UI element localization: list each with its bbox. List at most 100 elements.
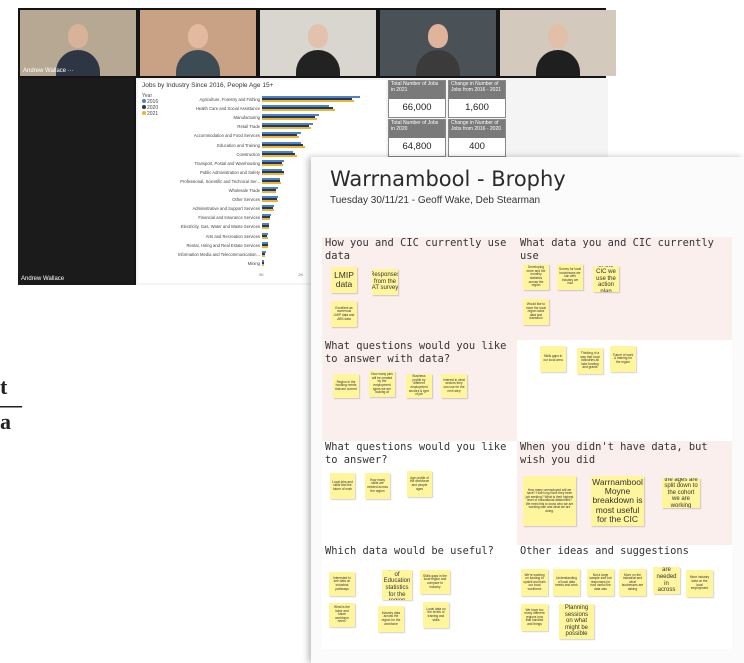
- board-section: How you and CIC currently use data LMIP d…: [322, 237, 517, 340]
- sticky-note[interactable]: Planning sessions on what might be possi…: [559, 604, 594, 639]
- whiteboard: Warrnambool - Brophy Tuesday 30/11/21 - …: [311, 157, 744, 663]
- kpi-title: Total Number of Jobs in 2021: [389, 81, 445, 99]
- bar-2021: [262, 136, 300, 139]
- category-label: Professional, Scientific and Technical S…: [180, 178, 260, 184]
- sticky-note[interactable]: In the CIC we use the action plan: [593, 266, 619, 292]
- sticky-note[interactable]: Interest in what sectors they can use fo…: [441, 374, 467, 398]
- slide-fragment-letter-a: a: [0, 409, 11, 434]
- participant-head: [68, 24, 88, 48]
- board-section: When you didn't have data, but wish you …: [517, 441, 732, 545]
- participant-head: [548, 24, 568, 48]
- board-section: What questions would you like to answer …: [322, 340, 517, 441]
- sticky-note[interactable]: Future of work & training for the region: [610, 346, 636, 372]
- participant-video-tile[interactable]: [260, 10, 376, 76]
- section-title: When you didn't have data, but wish you …: [520, 441, 708, 466]
- bar-2021: [262, 227, 269, 230]
- x-tick-label: 2K: [298, 272, 304, 277]
- sticky-note[interactable]: Thinking of a way that local industries …: [577, 348, 603, 374]
- board-subtitle: Tuesday 30/11/21 - Geoff Wake, Deb Stear…: [330, 195, 541, 206]
- sticky-note[interactable]: Local jobs and skills and the future of …: [330, 473, 355, 499]
- bar-2021: [262, 254, 265, 257]
- category-label: Rental, Hiring and Real Estate Services: [186, 242, 260, 248]
- category-label: Arts and Recreation Services: [205, 233, 260, 239]
- sticky-note[interactable]: What skills are needed in across those j…: [653, 567, 680, 594]
- sticky-note[interactable]: Local data on the levels of training and…: [423, 602, 449, 628]
- bar-2021: [262, 191, 276, 193]
- kpi-card: Change in Number of Jobs from 2016 - 202…: [448, 80, 506, 118]
- participant-video-tile[interactable]: [500, 10, 616, 76]
- kpi-title: Total Number of Jobs in 2020: [389, 120, 445, 138]
- sticky-note[interactable]: Department of Education statistics for t…: [382, 570, 412, 600]
- category-label: Construction: [236, 151, 260, 157]
- sticky-note[interactable]: How many skills are needed across the re…: [365, 473, 390, 499]
- sticky-note[interactable]: Survey for local businesses we can with …: [557, 264, 583, 290]
- participant-panel: Andrew Wallace: [18, 78, 134, 285]
- kpi-value: 66,000: [402, 102, 432, 113]
- sticky-note[interactable]: Skills gaps in our local area: [540, 346, 566, 372]
- sticky-note[interactable]: LMIP data: [331, 267, 357, 293]
- sticky-note[interactable]: Age profile of the workforce and people …: [407, 471, 432, 497]
- sticky-note[interactable]: How many jobs will be created by the emp…: [369, 371, 395, 397]
- participant-panel-name: Andrew Wallace: [21, 276, 65, 282]
- board-section: Which data would be useful? Interested to…: [322, 545, 517, 649]
- kpi-value: 1,600: [465, 102, 489, 113]
- bar-2021: [262, 245, 268, 248]
- kpi-title: Change in Number of Jobs from 2016 - 202…: [449, 120, 505, 138]
- category-label: Mining: [247, 260, 260, 266]
- category-label: Other Services: [232, 197, 260, 203]
- sticky-note[interactable]: Would like to have the local region labo…: [523, 299, 549, 325]
- sticky-note[interactable]: We're working on funding to upskill and …: [521, 569, 548, 596]
- sticky-note[interactable]: Not a large sample size but responses fo…: [587, 569, 614, 596]
- participant-video-tile[interactable]: [140, 10, 256, 76]
- legend-item: 2021: [142, 111, 158, 117]
- legend-swatch: [142, 99, 146, 103]
- sticky-note[interactable]: Understanding of local data needs and wo…: [553, 569, 580, 596]
- bar-2021: [262, 127, 312, 130]
- sticky-note[interactable]: More industry data on the local employme…: [686, 570, 713, 597]
- sticky-note[interactable]: Interested to see data on industrial pat…: [329, 572, 355, 596]
- sticky-note[interactable]: Responses from the AT survey: [372, 269, 398, 295]
- participant-video-tile[interactable]: Andrew Wallace ···: [20, 10, 136, 76]
- bar-2021: [262, 145, 306, 148]
- x-tick-label: 0K: [259, 272, 264, 277]
- bar-2021: [262, 163, 283, 166]
- section-title: How you and CIC currently use data: [325, 237, 507, 262]
- category-label: Administrative and Support Services: [192, 206, 261, 212]
- sticky-note[interactable]: Developing more and the monthly statisti…: [523, 264, 549, 290]
- category-label: Electricity, Gas, Water and Waste Servic…: [180, 224, 260, 230]
- category-label: Accommodation and Food Services: [193, 133, 260, 139]
- sticky-note[interactable]: Region in the housing needs that are cur…: [333, 374, 359, 398]
- participant-video-tile[interactable]: [380, 10, 496, 76]
- bar-2021: [262, 100, 355, 102]
- sticky-note[interactable]: We have too many different regions how t…: [521, 604, 548, 631]
- section-title: Other ideas and suggestions: [520, 545, 689, 557]
- kpi-card: Change in Number of Jobs from 2016 - 202…: [448, 119, 506, 157]
- legend-label: 2021: [147, 111, 159, 117]
- category-label: Information Media and Telecommunication.…: [177, 251, 260, 257]
- sticky-note[interactable]: Love that the ages are split down to the…: [662, 478, 700, 508]
- sticky-note[interactable]: Skills gaps in the local region and comp…: [420, 570, 450, 594]
- sticky-note[interactable]: What is the labor and future workforce n…: [329, 603, 355, 627]
- board-title: Warrnambool - Brophy: [330, 167, 566, 191]
- bar-2021: [262, 172, 284, 175]
- participant-head: [188, 24, 208, 48]
- kpi-value: 400: [469, 141, 485, 152]
- kpi-card: Total Number of Jobs in 2021 66,000: [388, 80, 446, 118]
- category-label: Health Care and Social Assistance: [195, 106, 260, 112]
- sticky-note[interactable]: How many unemployed will we have? How lo…: [523, 476, 576, 526]
- sticky-note[interactable]: Industry data across the region for the …: [378, 606, 404, 632]
- category-label: Manufacturing: [233, 115, 260, 121]
- participant-name: Andrew Wallace ···: [23, 68, 74, 74]
- bar-2021: [262, 109, 335, 112]
- chart-title: Jobs by Industry Since 2016, People Age …: [142, 82, 274, 89]
- kpi-title: Change in Number of Jobs from 2016 - 202…: [449, 81, 505, 99]
- sticky-note[interactable]: Excellent as numerous LMIP data and ABS …: [331, 301, 357, 327]
- bar-2021: [262, 200, 278, 203]
- bar-2021: [262, 218, 270, 221]
- kpi-card: Total Number of Jobs in 2020 64,800: [388, 119, 446, 157]
- sticky-note[interactable]: More on the industrial and what business…: [619, 569, 646, 596]
- sticky-note[interactable]: Business profile by different employment…: [406, 374, 432, 398]
- sticky-note[interactable]: Warrnambool Moyne breakdown is most usef…: [591, 476, 644, 526]
- category-label: Education and Training: [217, 142, 260, 148]
- board-section: What questions would you like to answer?…: [322, 441, 517, 545]
